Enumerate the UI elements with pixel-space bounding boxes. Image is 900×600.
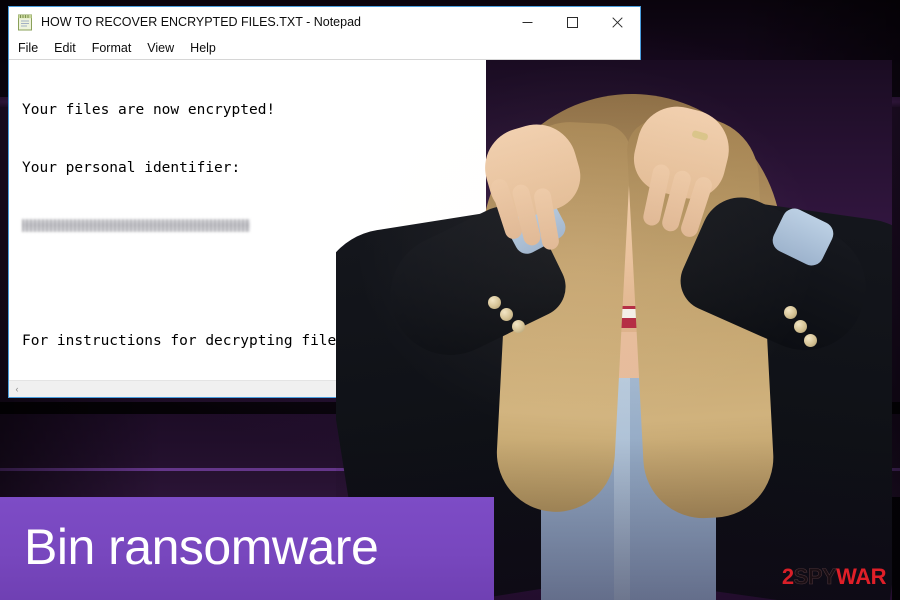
notepad-icon bbox=[18, 14, 32, 30]
minimize-button[interactable] bbox=[505, 7, 550, 37]
menu-item-edit[interactable]: Edit bbox=[54, 41, 76, 55]
photo-blazer-button bbox=[488, 296, 501, 309]
close-icon bbox=[612, 16, 623, 28]
photo-blazer-button bbox=[512, 320, 525, 333]
watermark-part-war: WAR bbox=[836, 564, 886, 589]
maximize-icon bbox=[567, 16, 578, 28]
menu-item-view[interactable]: View bbox=[147, 41, 174, 55]
menu-item-format[interactable]: Format bbox=[92, 41, 132, 55]
redacted-identifier-bar bbox=[22, 218, 250, 232]
photo-blazer-button bbox=[804, 334, 817, 347]
menu-item-file[interactable]: File bbox=[18, 41, 38, 55]
watermark-part-spy: SPY bbox=[793, 564, 837, 589]
site-watermark-logo: 2 SPY WAR bbox=[781, 564, 887, 589]
photo-blazer-button bbox=[794, 320, 807, 333]
scroll-left-arrow-icon[interactable]: ‹ bbox=[9, 381, 25, 397]
photo-blazer-button bbox=[784, 306, 797, 319]
caption-banner: Bin ransomware bbox=[0, 497, 494, 600]
window-title: HOW TO RECOVER ENCRYPTED FILES.TXT - Not… bbox=[41, 15, 361, 29]
screenshot-root: HOW TO RECOVER ENCRYPTED FILES.TXT - Not… bbox=[0, 0, 900, 600]
notepad-menu-bar: File Edit Format View Help bbox=[9, 37, 640, 59]
menu-item-help[interactable]: Help bbox=[190, 41, 216, 55]
watermark-part-2: 2 bbox=[781, 564, 794, 589]
notepad-title-bar[interactable]: HOW TO RECOVER ENCRYPTED FILES.TXT - Not… bbox=[9, 7, 640, 37]
minimize-icon bbox=[522, 21, 533, 23]
photo-blazer-button bbox=[500, 308, 513, 321]
close-button[interactable] bbox=[595, 7, 640, 37]
caption-title: Bin ransomware bbox=[24, 518, 379, 575]
maximize-button[interactable] bbox=[550, 7, 595, 37]
window-controls bbox=[505, 7, 640, 37]
